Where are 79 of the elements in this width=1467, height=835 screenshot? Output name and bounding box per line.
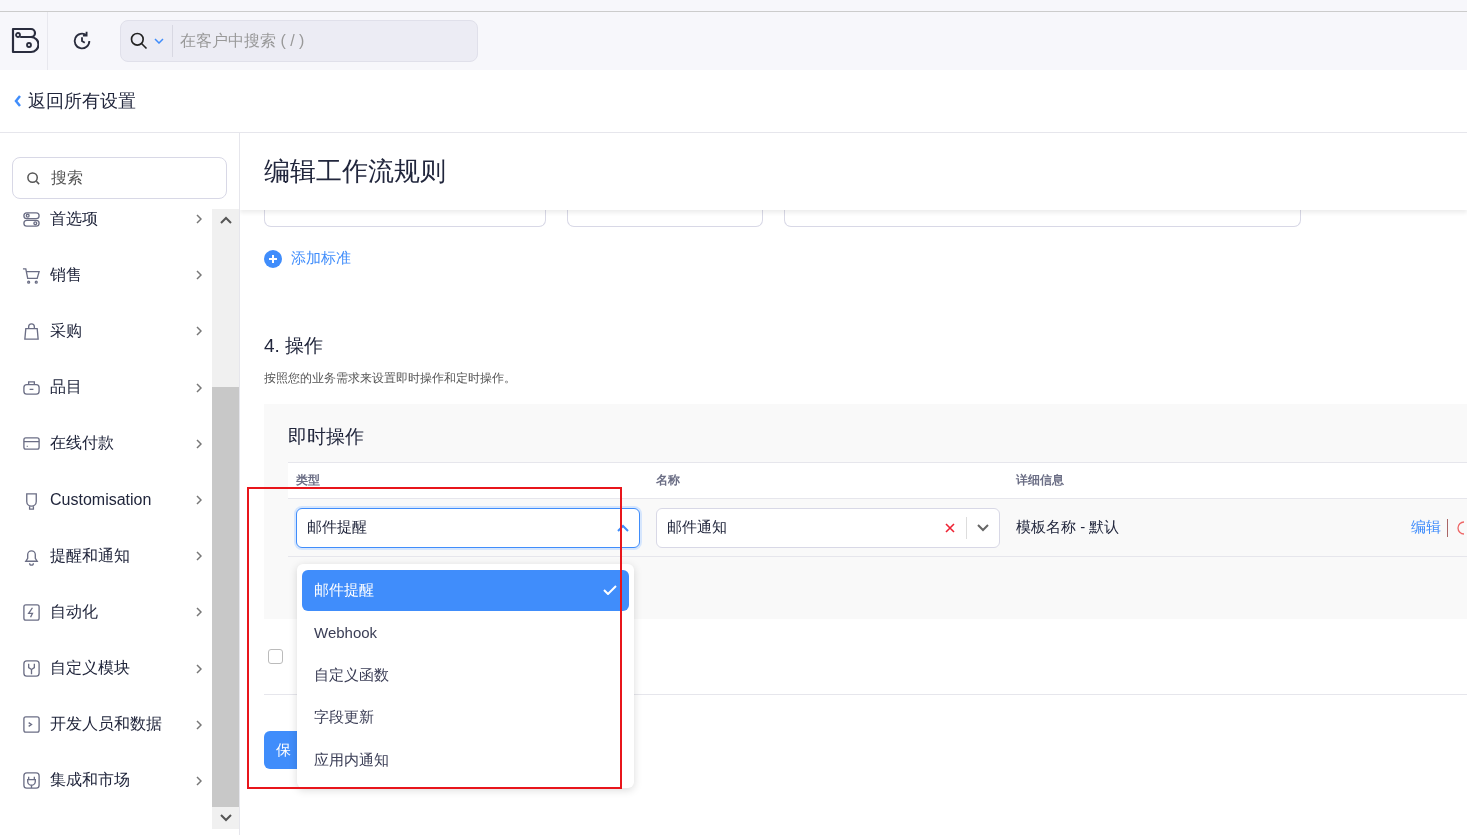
sidebar-label: Customisation: [50, 491, 153, 510]
chevron-icon: [196, 607, 202, 618]
search-input[interactable]: 搜索: [49, 168, 226, 188]
back-link[interactable]: 返回所有设置: [14, 89, 136, 113]
clear-icon[interactable]: [945, 522, 955, 533]
section-description: 按照您的业务需求来设置即时操作和定时操作。: [264, 370, 517, 387]
search-field[interactable]: 搜索: [12, 157, 227, 199]
criteria-field[interactable]: [264, 210, 546, 227]
table-cell-text: 模板名称 - 默认: [1016, 518, 1121, 537]
chevron-icon: [196, 551, 202, 562]
sidebar-item[interactable]: 提醒和通知: [0, 528, 212, 585]
dropdown-option[interactable]: 字段更新: [302, 696, 629, 739]
criteria-field[interactable]: [567, 210, 763, 227]
scrollbar-thumb[interactable]: [212, 387, 239, 807]
search-icon: [26, 170, 41, 186]
chevron-icon: [196, 663, 202, 674]
sidebar-label: 采购: [50, 320, 83, 341]
sidebar-item[interactable]: 集成和市场: [0, 752, 212, 810]
name-select[interactable]: 邮件通知: [656, 507, 1000, 548]
column-header: 名称: [656, 472, 681, 489]
chevron-icon: [196, 214, 202, 225]
caret-icon[interactable]: [977, 523, 989, 532]
sidebar-item[interactable]: 品目: [0, 359, 212, 416]
chevron-icon: [196, 775, 202, 786]
criteria-field[interactable]: [784, 210, 1301, 227]
sidebar-label: 自定义模块: [50, 658, 131, 679]
checkbox[interactable]: [268, 649, 283, 664]
toggle-icon: [22, 209, 41, 229]
plus-icon[interactable]: [264, 249, 282, 268]
wrench-icon: [22, 659, 41, 679]
sidebar-label: 在线付款: [50, 433, 115, 454]
panel-title: 即时操作: [288, 425, 365, 449]
sidebar-label: 提醒和通知: [50, 545, 131, 566]
sidebar-label: 品目: [50, 377, 83, 398]
type-select[interactable]: 邮件提醒: [296, 507, 640, 548]
search-field[interactable]: 在客户中搜索 ( / ): [120, 20, 478, 62]
section-title: 4. 操作: [264, 334, 325, 358]
sidebar-item[interactable]: 自定义模块: [0, 640, 212, 697]
chevron-icon: [196, 270, 202, 281]
sidebar-item[interactable]: 采购: [0, 303, 212, 360]
chevron-icon: [196, 326, 202, 337]
column-header: 详细信息: [1016, 472, 1064, 489]
sidebar-label: 自动化: [50, 601, 99, 622]
scroll-down-icon[interactable]: [218, 813, 233, 823]
delete-icon[interactable]: [1454, 520, 1464, 535]
check-icon: [603, 585, 617, 595]
bag-icon: [22, 321, 41, 341]
sidebar-label: 销售: [50, 264, 83, 285]
sidebar-item[interactable]: 在线付款: [0, 415, 212, 472]
dropdown-option[interactable]: 自定义函数: [302, 654, 629, 697]
cart-icon: [22, 265, 41, 285]
sidebar-label: 集成和市场: [50, 770, 131, 791]
sidebar-label: 首选项: [50, 209, 99, 229]
page-title: 编辑工作流规则: [264, 155, 446, 188]
chevron-icon: [196, 495, 202, 506]
dropdown-option[interactable]: 应用内通知: [302, 739, 629, 782]
scroll-up-icon[interactable]: [218, 215, 233, 225]
chevron-icon[interactable]: [14, 95, 22, 107]
sidebar-item[interactable]: 首选项: [0, 209, 212, 248]
lightning-icon: [22, 602, 41, 622]
chevron-icon: [196, 719, 202, 730]
caret-icon[interactable]: [154, 38, 164, 44]
sidebar-label: 开发人员和数据: [50, 714, 163, 735]
basket-icon: [22, 378, 41, 398]
search-input[interactable]: 在客户中搜索 ( / ): [172, 25, 477, 57]
history-icon[interactable]: [71, 30, 93, 52]
chevron-icon: [196, 382, 202, 393]
column-header: 类型: [295, 472, 321, 489]
terminal-icon: [22, 715, 41, 735]
sidebar-item[interactable]: Customisation: [0, 471, 212, 529]
search-icon[interactable]: [129, 31, 149, 51]
scrollbar[interactable]: [212, 209, 239, 829]
sidebar-item[interactable]: 自动化: [0, 584, 212, 641]
dropdown-option[interactable]: Webhook: [302, 611, 629, 654]
caret-icon[interactable]: [617, 523, 629, 532]
chevron-icon: [196, 438, 202, 449]
plug-icon: [22, 771, 41, 791]
sidebar-item[interactable]: 销售: [0, 247, 212, 304]
sidebar-item[interactable]: 开发人员和数据: [0, 696, 212, 753]
